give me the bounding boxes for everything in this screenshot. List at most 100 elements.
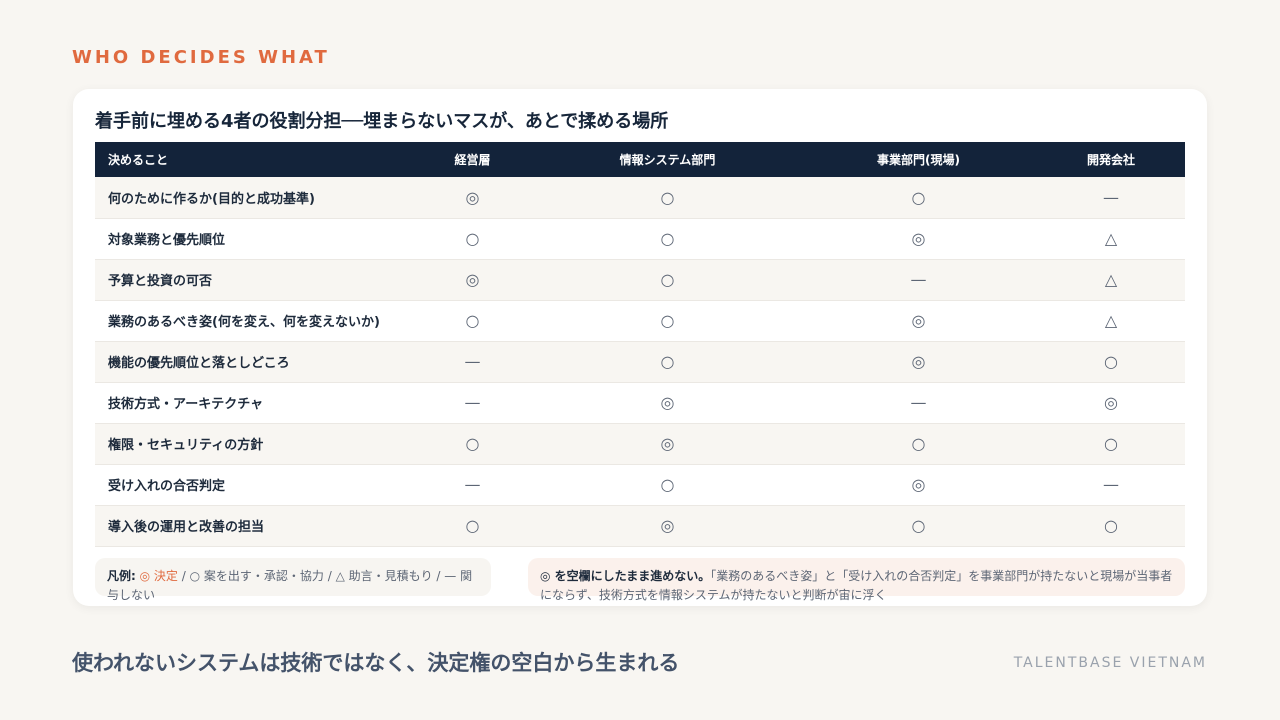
role-symbol: ○ bbox=[1104, 434, 1118, 453]
role-symbol: — bbox=[910, 270, 927, 289]
column-header-item: 決めること bbox=[108, 153, 169, 167]
role-cell: — bbox=[800, 259, 1037, 300]
row-item-label: 権限・セキュリティの方針 bbox=[108, 438, 264, 453]
legend-label: 凡例: bbox=[107, 569, 136, 583]
column-header-executives: 経営層 bbox=[454, 153, 491, 167]
table-row: 導入後の運用と改善の担当 ○ ◎ ○ ○ bbox=[95, 505, 1185, 546]
role-cell: ◎ bbox=[800, 218, 1037, 259]
table-row: 業務のあるべき姿(何を変え、何を変えないか) ○ ○ ◎ △ bbox=[95, 300, 1185, 341]
card-title: 着手前に埋める4者の役割分担──埋まらないマスが、あとで揉める場所 bbox=[95, 111, 669, 132]
role-symbol: ○ bbox=[660, 270, 675, 289]
role-cell: ○ bbox=[800, 177, 1037, 218]
role-cell: — bbox=[410, 464, 535, 505]
role-cell: ◎ bbox=[535, 423, 800, 464]
table-body: 何のために作るか(目的と成功基準) ◎ ○ ○ — 対象業務と優先順位 ○ ○ ◎ △ 予算と投資の… bbox=[95, 177, 1185, 546]
role-symbol: — bbox=[1103, 187, 1119, 207]
role-cell: — bbox=[1037, 177, 1185, 218]
row-item-label: 機能の優先順位と落としどころ bbox=[108, 356, 290, 371]
role-cell: — bbox=[410, 382, 535, 423]
role-cell: △ bbox=[1037, 259, 1185, 300]
role-cell: ○ bbox=[410, 423, 535, 464]
role-cell: ○ bbox=[535, 341, 800, 382]
role-symbol: ○ bbox=[465, 229, 480, 248]
role-symbol: ○ bbox=[911, 434, 926, 453]
section-kicker: WHO DECIDES WHAT bbox=[72, 47, 330, 68]
table-header-row: 決めること 経営層 情報システム部門 事業部門(現場) 開発会社 bbox=[95, 142, 1185, 177]
role-cell: △ bbox=[1037, 300, 1185, 341]
row-item-label: 受け入れの合否判定 bbox=[108, 479, 226, 494]
row-item-label: 業務のあるべき姿(何を変え、何を変えないか) bbox=[108, 315, 380, 330]
role-symbol: ○ bbox=[660, 187, 675, 207]
role-symbol: — bbox=[464, 352, 481, 371]
role-cell: ◎ bbox=[1037, 382, 1185, 423]
role-symbol: ◎ bbox=[660, 393, 675, 412]
role-cell: ◎ bbox=[800, 341, 1037, 382]
role-cell: ○ bbox=[535, 300, 800, 341]
role-cell: ○ bbox=[1037, 423, 1185, 464]
role-symbol: ○ bbox=[911, 187, 926, 207]
role-cell: △ bbox=[1037, 218, 1185, 259]
role-symbol: △ bbox=[1104, 270, 1118, 289]
role-cell: ○ bbox=[1037, 505, 1185, 546]
table-row: 技術方式・アーキテクチャ — ◎ — ◎ bbox=[95, 382, 1185, 423]
role-cell: — bbox=[410, 341, 535, 382]
role-cell: ◎ bbox=[800, 300, 1037, 341]
role-symbol: — bbox=[1103, 475, 1119, 494]
role-symbol: ◎ bbox=[660, 516, 675, 535]
role-cell: ○ bbox=[410, 218, 535, 259]
role-symbol: ○ bbox=[1104, 516, 1118, 535]
role-matrix-card: 着手前に埋める4者の役割分担──埋まらないマスが、あとで揉める場所 決めること … bbox=[73, 89, 1207, 606]
legend-decide: ◎ 決定 bbox=[139, 569, 178, 583]
table-row: 権限・セキュリティの方針 ○ ◎ ○ ○ bbox=[95, 423, 1185, 464]
table-row: 受け入れの合否判定 — ○ ◎ — bbox=[95, 464, 1185, 505]
legend: 凡例: ◎ 決定 / ○ 案を出す・承認・協力 / △ 助言・見積もり / — … bbox=[95, 558, 491, 602]
role-symbol: ○ bbox=[465, 516, 480, 535]
row-item-label: 技術方式・アーキテクチャ bbox=[108, 397, 264, 412]
column-header-business-unit: 事業部門(現場) bbox=[877, 153, 960, 167]
role-cell: ◎ bbox=[535, 505, 800, 546]
role-cell: ○ bbox=[535, 464, 800, 505]
role-symbol: ○ bbox=[465, 311, 480, 330]
warning-note: ◎ を空欄にしたまま進めない。「業務のあるべき姿」と「受け入れの合否判定」を事業… bbox=[528, 558, 1185, 602]
warning-note-bold: ◎ を空欄にしたまま進めない。 bbox=[540, 569, 711, 583]
role-cell: ○ bbox=[535, 177, 800, 218]
role-symbol: ◎ bbox=[911, 352, 926, 371]
role-symbol: ○ bbox=[660, 311, 675, 330]
role-symbol: ◎ bbox=[911, 311, 926, 330]
table-row: 機能の優先順位と落としどころ — ○ ◎ ○ bbox=[95, 341, 1185, 382]
role-cell: — bbox=[800, 382, 1037, 423]
role-symbol: ○ bbox=[1104, 352, 1118, 371]
role-symbol: △ bbox=[1104, 229, 1118, 248]
column-header-it-department: 情報システム部門 bbox=[619, 153, 716, 167]
table-row: 対象業務と優先順位 ○ ○ ◎ △ bbox=[95, 218, 1185, 259]
row-item-label: 導入後の運用と改善の担当 bbox=[108, 520, 265, 535]
role-symbol: — bbox=[464, 393, 481, 412]
role-symbol: ○ bbox=[660, 475, 675, 494]
role-cell: ○ bbox=[800, 505, 1037, 546]
role-cell: ◎ bbox=[410, 177, 535, 218]
role-cell: ◎ bbox=[800, 464, 1037, 505]
role-symbol: ◎ bbox=[911, 475, 926, 494]
role-symbol: ◎ bbox=[1104, 393, 1118, 412]
table-row: 何のために作るか(目的と成功基準) ◎ ○ ○ — bbox=[95, 177, 1185, 218]
brand-name: TALENTBASE VIETNAM bbox=[1013, 655, 1207, 671]
table-row: 予算と投資の可否 ◎ ○ — △ bbox=[95, 259, 1185, 300]
role-cell: ◎ bbox=[535, 382, 800, 423]
role-symbol: — bbox=[464, 475, 481, 494]
role-cell: ○ bbox=[1037, 341, 1185, 382]
role-cell: ○ bbox=[535, 218, 800, 259]
role-cell: ○ bbox=[410, 300, 535, 341]
role-cell: ○ bbox=[410, 505, 535, 546]
role-symbol: ○ bbox=[911, 516, 926, 535]
tagline: 使われないシステムは技術ではなく、決定権の空白から生まれる bbox=[72, 651, 680, 675]
column-header-vendor: 開発会社 bbox=[1086, 153, 1135, 167]
role-symbol: ○ bbox=[660, 229, 675, 248]
row-item-label: 対象業務と優先順位 bbox=[108, 233, 226, 248]
role-symbol: ○ bbox=[660, 352, 675, 371]
role-cell: ○ bbox=[535, 259, 800, 300]
row-item-label: 何のために作るか(目的と成功基準) bbox=[108, 191, 315, 207]
role-symbol: — bbox=[910, 393, 927, 412]
role-symbol: ◎ bbox=[465, 187, 480, 207]
role-symbol: ○ bbox=[465, 434, 480, 453]
role-symbol: ◎ bbox=[911, 229, 926, 248]
